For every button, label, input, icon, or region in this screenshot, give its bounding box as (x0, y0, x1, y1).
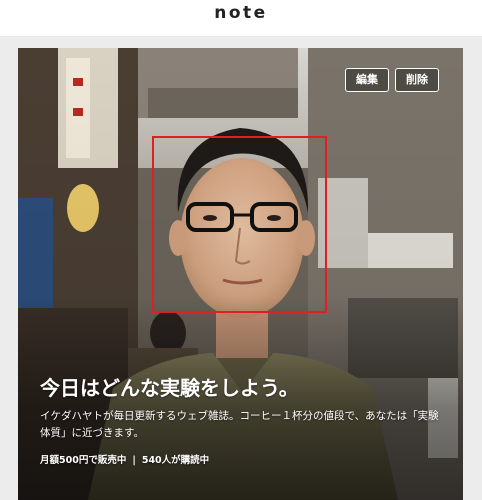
top-bar: note (0, 0, 482, 37)
subscription-info: 月額500円で販売中 | 540人が購読中 (40, 452, 209, 466)
magazine-description: イケダハヤトが毎日更新するウェブ雑誌。コーヒー１杯分の値段で、あなたは「実験体質… (40, 410, 439, 439)
meta-separator: | (132, 455, 136, 466)
subscriber-count: 540人が購読中 (141, 455, 210, 466)
price-label: 月額500円で販売中 (40, 455, 127, 466)
magazine-title: 今日はどんな実験をしよう。 (40, 376, 299, 400)
delete-button[interactable]: 削除 (395, 68, 439, 92)
face-detection-box (152, 136, 327, 313)
magazine-hero: 編集 削除 今日はどんな実験をしよう。 イケダハヤトが毎日更新するウェブ雑誌。コ… (18, 48, 463, 500)
note-logo[interactable]: note (0, 3, 482, 23)
edit-button[interactable]: 編集 (345, 68, 389, 92)
